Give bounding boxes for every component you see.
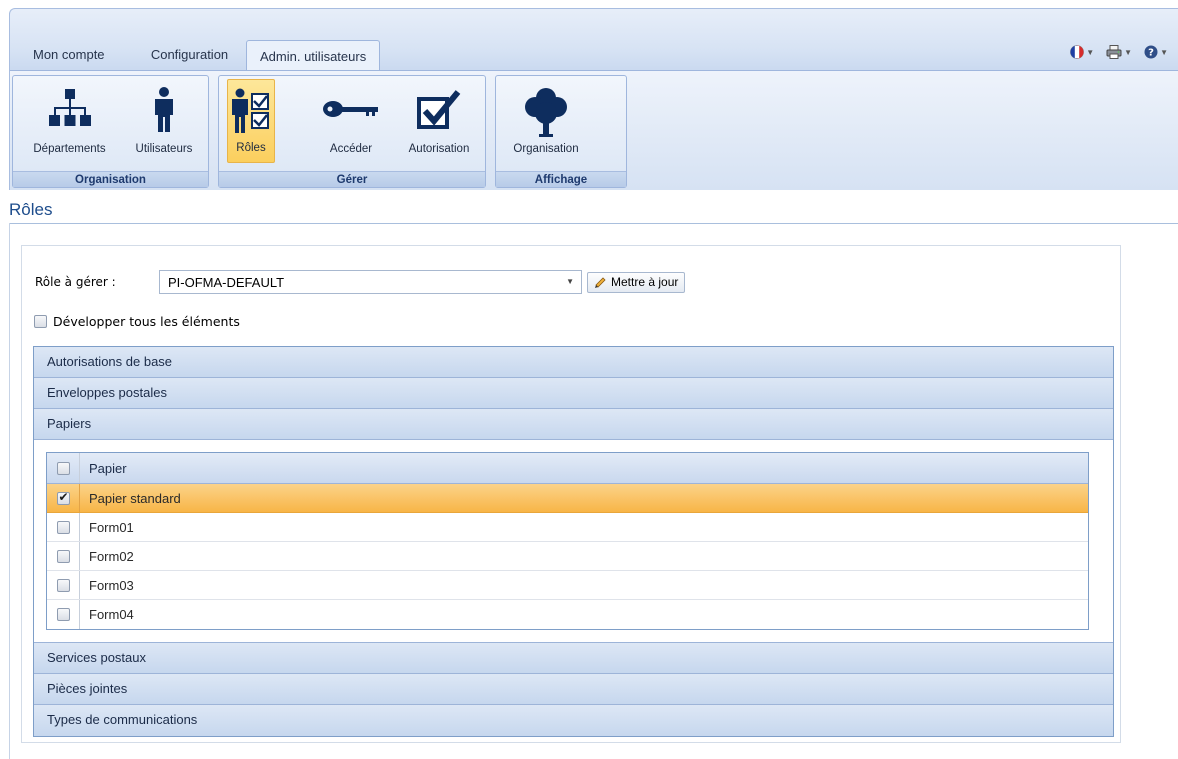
language-menu[interactable]: ▼ — [1070, 45, 1094, 59]
chevron-down-icon: ▼ — [1086, 47, 1095, 57]
row-checkbox-cell — [47, 484, 80, 512]
user-icon — [155, 87, 173, 132]
role-label: Rôle à gérer : — [35, 275, 116, 289]
papers-grid-header-label: Papier — [89, 460, 127, 476]
sections-accordion: Autorisations de base Enveloppes postale… — [33, 346, 1114, 737]
section-papiers[interactable]: Papiers — [34, 409, 1113, 440]
user-checklist-icon — [232, 88, 269, 133]
utilisateurs-label: Utilisateurs — [135, 143, 193, 155]
row-label: Papier standard — [89, 490, 181, 506]
top-right-icons: ▼ ▼ ? ▼ — [1070, 45, 1168, 59]
tree-icon — [525, 88, 567, 137]
pencil-icon — [595, 276, 606, 288]
table-row[interactable]: Form02 — [47, 542, 1088, 571]
french-flag-icon — [1070, 45, 1085, 59]
chevron-down-icon: ▼ — [1160, 47, 1168, 57]
section-autorisations-de-base[interactable]: Autorisations de base — [34, 347, 1113, 378]
organisation-view-label: Organisation — [513, 143, 579, 155]
row-checkbox[interactable] — [56, 490, 70, 505]
table-row[interactable]: Form04 — [47, 600, 1088, 629]
update-button-label: Mettre à jour — [611, 275, 679, 289]
papiers-section-body: Papier Papier standard Form01 — [34, 440, 1113, 643]
checkbox-check-icon — [417, 90, 461, 129]
row-label: Form04 — [89, 607, 134, 622]
page-title: Rôles — [9, 200, 53, 219]
table-row[interactable]: Papier standard — [47, 484, 1088, 513]
roles-button[interactable]: Rôles — [227, 79, 275, 163]
section-types-de-communications[interactable]: Types de communications — [34, 705, 1113, 736]
print-menu[interactable]: ▼ — [1106, 45, 1132, 59]
row-checkbox[interactable] — [56, 608, 70, 621]
autorisation-button[interactable]: Autorisation — [397, 79, 481, 163]
tab-mon-compte[interactable]: Mon compte — [20, 39, 133, 69]
roles-label: Rôles — [236, 142, 266, 154]
departements-button[interactable]: Départements — [17, 79, 122, 163]
row-checkbox-cell — [47, 513, 80, 541]
row-checkbox[interactable] — [56, 549, 70, 563]
svg-text:?: ? — [1148, 48, 1154, 59]
ribbon-group-affichage: Organisation Affichage — [495, 75, 627, 188]
group-label-gerer: Gérer — [219, 171, 485, 187]
group-label-organisation: Organisation — [13, 171, 208, 187]
ribbon-band: Départements Utilisateurs Organisation R… — [10, 70, 1178, 190]
acceder-label: Accéder — [329, 143, 373, 155]
row-label: Form03 — [89, 577, 134, 593]
row-label: Form02 — [89, 548, 134, 564]
select-all-checkbox[interactable] — [56, 461, 70, 475]
expand-all-label: Développer tous les éléments — [53, 314, 240, 329]
ribbon-tabs: Mon compte Configuration Admin. utilisat… — [20, 39, 381, 70]
departements-label: Départements — [33, 143, 106, 155]
title-divider — [9, 223, 1178, 224]
section-services-postaux[interactable]: Services postaux — [34, 643, 1113, 674]
papers-grid-select-all-cell — [47, 453, 80, 483]
papers-grid-header: Papier — [47, 453, 1088, 484]
group-label-affichage: Affichage — [496, 171, 626, 187]
tab-configuration[interactable]: Configuration — [133, 39, 246, 69]
row-label: Form01 — [89, 519, 134, 535]
table-row[interactable]: Form03 — [47, 571, 1088, 600]
row-checkbox-cell — [47, 600, 80, 629]
utilisateurs-button[interactable]: Utilisateurs — [125, 79, 203, 163]
acceder-button[interactable]: Accéder — [315, 79, 387, 163]
left-divider — [9, 223, 10, 759]
chevron-down-icon: ▼ — [1124, 47, 1133, 57]
row-checkbox[interactable] — [56, 578, 70, 592]
organisation-view-button[interactable]: Organisation — [502, 79, 590, 163]
tab-admin-utilisateurs[interactable]: Admin. utilisateurs — [246, 40, 381, 70]
roles-panel: Rôle à gérer : PI-OFMA-DEFAULT ▼ Mettre … — [21, 245, 1121, 743]
update-button[interactable]: Mettre à jour — [587, 271, 686, 293]
role-selector-row: Rôle à gérer : PI-OFMA-DEFAULT ▼ Mettre … — [35, 270, 686, 294]
ribbon-group-gerer: Rôles Accéder Autorisation Gérer — [218, 75, 486, 188]
row-checkbox-cell — [47, 542, 80, 570]
key-icon — [323, 101, 378, 117]
role-select[interactable]: PI-OFMA-DEFAULT ▼ — [159, 270, 582, 294]
ribbon: Mon compte Configuration Admin. utilisat… — [9, 8, 1178, 190]
row-checkbox-cell — [47, 571, 80, 599]
expand-all-row: Développer tous les éléments — [34, 314, 240, 329]
table-row[interactable]: Form01 — [47, 513, 1088, 542]
help-icon: ? — [1144, 45, 1158, 59]
ribbon-group-organisation: Départements Utilisateurs Organisation — [12, 75, 209, 188]
row-checkbox[interactable] — [56, 520, 70, 534]
help-menu[interactable]: ? ▼ — [1144, 45, 1168, 59]
section-pieces-jointes[interactable]: Pièces jointes — [34, 674, 1113, 705]
org-chart-icon — [48, 89, 91, 126]
expand-all-checkbox[interactable] — [34, 315, 47, 328]
printer-icon — [1106, 45, 1122, 59]
role-select-value: PI-OFMA-DEFAULT — [168, 274, 285, 290]
autorisation-label: Autorisation — [408, 143, 470, 155]
chevron-down-icon[interactable]: ▼ — [566, 277, 574, 286]
section-enveloppes-postales[interactable]: Enveloppes postales — [34, 378, 1113, 409]
papers-grid: Papier Papier standard Form01 — [46, 452, 1089, 630]
